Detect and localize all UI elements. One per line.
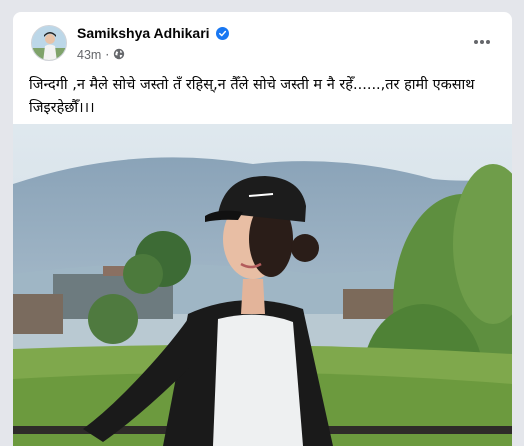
post-text-line-1: जिन्दगी ,न मैले सोचे जस्तो तँ रहिस्,न तै…: [29, 77, 475, 93]
post-header: Samikshya Adhikari 43m ·: [13, 12, 512, 72]
post-photo[interactable]: [13, 124, 512, 446]
globe-icon[interactable]: [113, 45, 125, 64]
author-avatar[interactable]: [31, 25, 67, 61]
meta-separator: ·: [105, 47, 110, 62]
post-card: Samikshya Adhikari 43m · जिन्दगी ,न मैले…: [13, 12, 512, 446]
verified-badge-icon: [215, 26, 229, 40]
post-text-line-2: जिइरहेछौँ।।।: [29, 100, 95, 116]
author-name[interactable]: Samikshya Adhikari: [77, 25, 210, 41]
more-options-icon[interactable]: [468, 30, 496, 54]
post-text: जिन्दगी ,न मैले सोचे जस्तो तँ रहिस्,न तै…: [29, 74, 499, 120]
post-timestamp[interactable]: 43m: [77, 48, 101, 62]
